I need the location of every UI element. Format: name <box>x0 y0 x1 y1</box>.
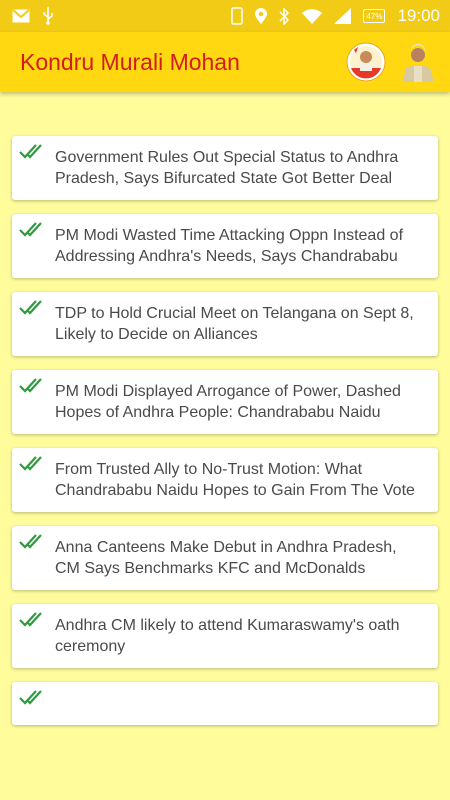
double-check-icon <box>19 689 49 707</box>
news-item[interactable]: From Trusted Ally to No-Trust Motion: Wh… <box>12 448 438 512</box>
double-check-icon <box>19 533 49 551</box>
usb-icon <box>42 7 54 25</box>
double-check-icon <box>19 221 49 239</box>
news-item[interactable]: Government Rules Out Special Status to A… <box>12 136 438 200</box>
double-check-icon <box>19 143 49 161</box>
news-headline: TDP to Hold Crucial Meet on Telangana on… <box>55 305 414 343</box>
status-bar: 47% 19:00 <box>0 0 450 32</box>
leader-avatar[interactable] <box>398 42 438 82</box>
news-item[interactable]: PM Modi Displayed Arrogance of Power, Da… <box>12 370 438 434</box>
news-feed: Government Rules Out Special Status to A… <box>12 136 438 739</box>
party-logo-avatar[interactable] <box>346 42 386 82</box>
battery-level: 47% <box>366 11 383 21</box>
clock: 19:00 <box>397 6 440 25</box>
double-check-icon <box>19 455 49 473</box>
news-headline: Anna Canteens Make Debut in Andhra Prade… <box>55 539 397 577</box>
news-headline: PM Modi Wasted Time Attacking Oppn Inste… <box>55 227 404 265</box>
signal-icon <box>334 8 352 24</box>
page-title: Kondru Murali Mohan <box>20 48 240 75</box>
phone-icon <box>231 7 244 25</box>
news-headline <box>55 693 424 714</box>
app-bar: Kondru Murali Mohan <box>0 32 450 92</box>
news-headline: Andhra CM likely to attend Kumaraswamy's… <box>55 617 400 655</box>
news-item[interactable]: PM Modi Wasted Time Attacking Oppn Inste… <box>12 214 438 278</box>
double-check-icon <box>19 299 49 317</box>
news-item[interactable]: Andhra CM likely to attend Kumaraswamy's… <box>12 604 438 668</box>
news-headline: Government Rules Out Special Status to A… <box>55 149 399 187</box>
news-item[interactable]: Anna Canteens Make Debut in Andhra Prade… <box>12 526 438 590</box>
bluetooth-icon <box>279 7 290 25</box>
news-item[interactable] <box>12 682 438 725</box>
news-item[interactable]: TDP to Hold Crucial Meet on Telangana on… <box>12 292 438 356</box>
gmail-icon <box>12 9 30 23</box>
news-headline: From Trusted Ally to No-Trust Motion: Wh… <box>55 461 415 499</box>
news-headline: PM Modi Displayed Arrogance of Power, Da… <box>55 383 401 421</box>
location-icon <box>255 7 268 25</box>
battery-icon: 47% <box>363 9 386 23</box>
wifi-icon <box>302 8 323 24</box>
double-check-icon <box>19 611 49 629</box>
double-check-icon <box>19 377 49 395</box>
